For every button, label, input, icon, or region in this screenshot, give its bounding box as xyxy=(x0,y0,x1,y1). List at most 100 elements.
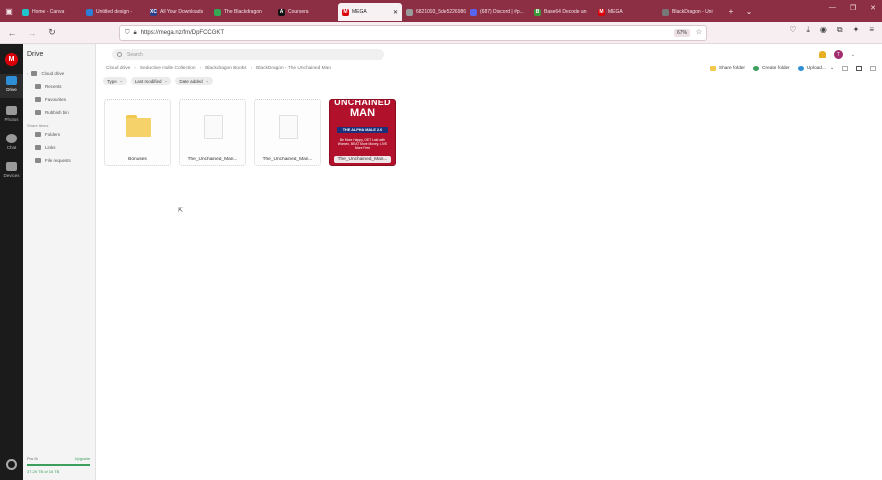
close-window-button[interactable]: ✕ xyxy=(870,4,876,12)
folder-icon xyxy=(126,115,151,137)
rail-item-drive[interactable]: Drive xyxy=(0,74,23,98)
add-folder-icon xyxy=(753,66,760,71)
shield-icon[interactable]: ✦ xyxy=(853,25,860,35)
drive-sidebar: Drive › Cloud drive Recents Favourites R… xyxy=(23,44,96,480)
file-icon xyxy=(279,115,298,139)
browser-tab[interactable]: The Blackdragon xyxy=(210,3,274,21)
settings-gear-icon[interactable] xyxy=(6,459,17,470)
folder-actions: Share folder Create folder Upload... ⌄ xyxy=(709,66,876,71)
breadcrumb-item[interactable]: BlackDragon - The Unchained Man xyxy=(256,66,331,71)
browser-tab[interactable]: 6821093_5de5226986... xyxy=(402,3,466,21)
cover-title-line2: MAN xyxy=(349,107,376,119)
account-icon[interactable]: ◉ xyxy=(820,25,827,35)
file-card-cover[interactable]: UNCHAINED MAN THE ALPHA MALE 2.0 Be More… xyxy=(329,99,396,166)
shield-icon[interactable]: ⛉ xyxy=(125,30,130,37)
grid-view-icon[interactable] xyxy=(856,66,862,71)
reload-button[interactable]: ↻ xyxy=(44,25,60,41)
share-folder-button[interactable]: Share folder xyxy=(709,66,745,71)
filter-chips: Type ⌄ Last modified ⌄ Date added ⌄ xyxy=(103,77,213,85)
chevron-right-icon[interactable]: › xyxy=(27,71,28,76)
sidebar-item-folders[interactable]: Folders xyxy=(27,132,60,137)
upload-button[interactable]: Upload... ⌄ xyxy=(797,66,834,71)
menu-icon[interactable]: ≡ xyxy=(869,25,874,35)
back-button[interactable]: ← xyxy=(4,25,20,41)
address-bar[interactable]: ⛉ 🔒︎ https://mega.nz/fm/DpFCCGKT 67% ☆ xyxy=(119,25,707,41)
sidebar-item-favourites[interactable]: Favourites xyxy=(27,97,66,102)
download-icon[interactable]: ⤓ xyxy=(806,25,810,35)
browser-tab[interactable]: A Coursera xyxy=(274,3,338,21)
search-input[interactable]: Search xyxy=(112,49,384,60)
chevron-down-icon: ⌄ xyxy=(205,79,209,83)
browser-tab[interactable]: BlackDragon - Uni xyxy=(658,3,722,21)
create-folder-button[interactable]: Create folder xyxy=(753,66,790,71)
filter-last-modified[interactable]: Last modified ⌄ xyxy=(130,77,172,85)
rail-item-photos[interactable]: Photos xyxy=(0,104,23,128)
sidebar-item-links[interactable]: Links xyxy=(27,145,56,150)
browser-tab[interactable]: M MEGA ✕ xyxy=(338,3,402,21)
storage-usage: Pro III Upgrade 37.29 TB of 16 TB xyxy=(27,456,90,474)
file-grid: Bonuses The_Unchained_Man... The_Unchain… xyxy=(104,99,396,166)
browser-tab[interactable]: M MEGA xyxy=(594,3,658,21)
tab-favicon-icon: M xyxy=(342,8,349,16)
lock-icon[interactable]: 🔒︎ xyxy=(134,30,137,37)
zoom-indicator[interactable]: 67% xyxy=(673,29,690,37)
browser-tab[interactable]: XC All Your Downloads xyxy=(146,3,210,21)
chevron-down-icon[interactable]: ⌄ xyxy=(851,52,855,58)
heart-icon xyxy=(35,97,41,102)
list-all-tabs-button[interactable]: ⌄ xyxy=(740,2,758,20)
share-folder-icon xyxy=(709,66,716,71)
browser-tab[interactable]: (687) Discord | #p... xyxy=(466,3,530,21)
tab-label: 6821093_5de5226986... xyxy=(416,9,466,15)
rail-item-chat[interactable]: Chat xyxy=(0,132,23,156)
avatar[interactable]: T xyxy=(833,50,843,59)
tab-favicon-icon xyxy=(470,8,477,16)
filter-date-added[interactable]: Date added ⌄ xyxy=(175,77,213,85)
file-card[interactable]: The_Unchained_Man... xyxy=(254,99,321,166)
tab-label: Coursera xyxy=(288,9,309,15)
gallery-view-icon[interactable] xyxy=(870,66,876,71)
chevron-down-icon[interactable]: ⌄ xyxy=(830,66,834,71)
browser-tab[interactable]: Untitled design - xyxy=(82,3,146,21)
breadcrumb-separator: › xyxy=(134,66,136,71)
restore-button[interactable]: ❐ xyxy=(850,4,856,12)
close-tab-icon[interactable]: ✕ xyxy=(393,9,398,16)
browser-tab-strip: ▣ Home - Canva Untitled design - XC All Yo… xyxy=(0,0,882,22)
breadcrumb-item[interactable]: Blackdragon Books xyxy=(205,66,246,71)
tab-list: Home - Canva Untitled design - XC All Your… xyxy=(18,1,722,21)
firefox-view-icon[interactable]: ▣ xyxy=(0,2,18,20)
bookmark-star-icon[interactable]: ☆ xyxy=(696,28,702,36)
sidebar-item-recents[interactable]: Recents xyxy=(27,84,62,89)
extensions-icon[interactable]: ⧉ xyxy=(837,25,843,35)
upgrade-link[interactable]: Upgrade xyxy=(75,456,90,461)
forward-button[interactable]: → xyxy=(24,25,40,41)
sidebar-item-cloud-drive[interactable]: › Cloud drive xyxy=(27,71,64,76)
notification-bell-icon[interactable] xyxy=(818,51,826,58)
minimize-button[interactable]: — xyxy=(829,4,836,12)
rail-item-devices[interactable]: Devices xyxy=(0,160,23,184)
cloud-icon xyxy=(31,71,38,76)
folder-card-bonuses[interactable]: Bonuses xyxy=(104,99,171,166)
breadcrumb-item[interactable]: Seductive Hulle Collection xyxy=(140,66,196,71)
sidebar-item-file-requests[interactable]: File requests xyxy=(27,158,71,163)
filter-type[interactable]: Type ⌄ xyxy=(103,77,127,85)
tab-favicon-icon xyxy=(406,8,413,16)
file-card[interactable]: The_Unchained_Man... xyxy=(179,99,246,166)
browser-tab[interactable]: Home - Canva xyxy=(18,3,82,21)
breadcrumb-separator: › xyxy=(199,66,202,71)
file-request-icon xyxy=(35,158,41,163)
breadcrumb-item[interactable]: Cloud drive xyxy=(106,66,130,71)
browser-tab[interactable]: B Base64 Decode an xyxy=(530,3,594,21)
new-tab-button[interactable]: + xyxy=(722,2,740,20)
tab-label: Home - Canva xyxy=(32,9,65,15)
chevron-down-icon: ⌄ xyxy=(164,79,168,83)
list-view-icon[interactable] xyxy=(842,66,848,71)
url-text: https://mega.nz/fm/DpFCCGKT xyxy=(140,30,225,36)
mega-logo-icon[interactable]: M xyxy=(5,53,18,66)
tab-favicon-icon xyxy=(22,8,29,16)
devices-icon xyxy=(6,162,17,171)
upload-icon xyxy=(797,66,804,71)
sidebar-item-rubbish-bin[interactable]: Rubbish bin xyxy=(27,110,69,115)
search-placeholder: Search xyxy=(127,51,143,58)
pocket-icon[interactable]: ♡ xyxy=(789,25,796,35)
trash-icon xyxy=(35,110,41,115)
